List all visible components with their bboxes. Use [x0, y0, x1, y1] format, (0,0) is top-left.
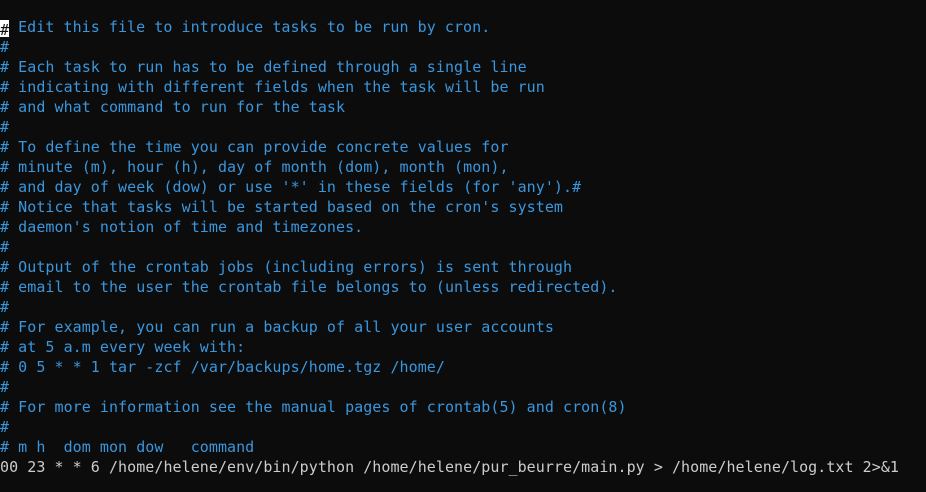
editor-line: # 0 5 * * 1 tar -zcf /var/backups/home.t…	[0, 358, 445, 376]
editor-line: # email to the user the crontab file bel…	[0, 278, 618, 296]
text-cursor: #	[0, 20, 10, 37]
editor-line: # minute (m), hour (h), day of month (do…	[0, 158, 509, 176]
editor-line: # For example, you can run a backup of a…	[0, 318, 554, 336]
editor-line: #	[0, 38, 10, 56]
terminal-window[interactable]: # Edit this file to introduce tasks to b…	[0, 0, 926, 492]
editor-line: # daemon's notion of time and timezones.	[0, 218, 364, 236]
editor-line: # Each task to run has to be defined thr…	[0, 58, 527, 76]
editor-line: # To define the time you can provide con…	[0, 138, 509, 156]
editor-line: # and day of week (dow) or use '*' in th…	[0, 178, 582, 196]
editor-line: #	[0, 418, 10, 436]
editor-line: #	[0, 118, 10, 136]
crontab-editor[interactable]: # Edit this file to introduce tasks to b…	[0, 17, 926, 477]
editor-line: # indicating with different fields when …	[0, 78, 545, 96]
editor-line: # Edit this file to introduce tasks to b…	[0, 17, 926, 37]
cron-job-line: 00 23 * * 6 /home/helene/env/bin/python …	[0, 458, 899, 476]
editor-line: # Notice that tasks will be started base…	[0, 198, 564, 216]
editor-line: # m h dom mon dow command	[0, 438, 255, 456]
editor-line: # and what command to run for the task	[0, 98, 346, 116]
editor-line: #	[0, 378, 10, 396]
editor-line: # Output of the crontab jobs (including …	[0, 258, 573, 276]
editor-line: # at 5 a.m every week with:	[0, 338, 246, 356]
editor-line: #	[0, 298, 10, 316]
editor-line: # For more information see the manual pa…	[0, 398, 627, 416]
comment-text: Edit this file to introduce tasks to be …	[9, 18, 491, 36]
editor-line: #	[0, 238, 10, 256]
